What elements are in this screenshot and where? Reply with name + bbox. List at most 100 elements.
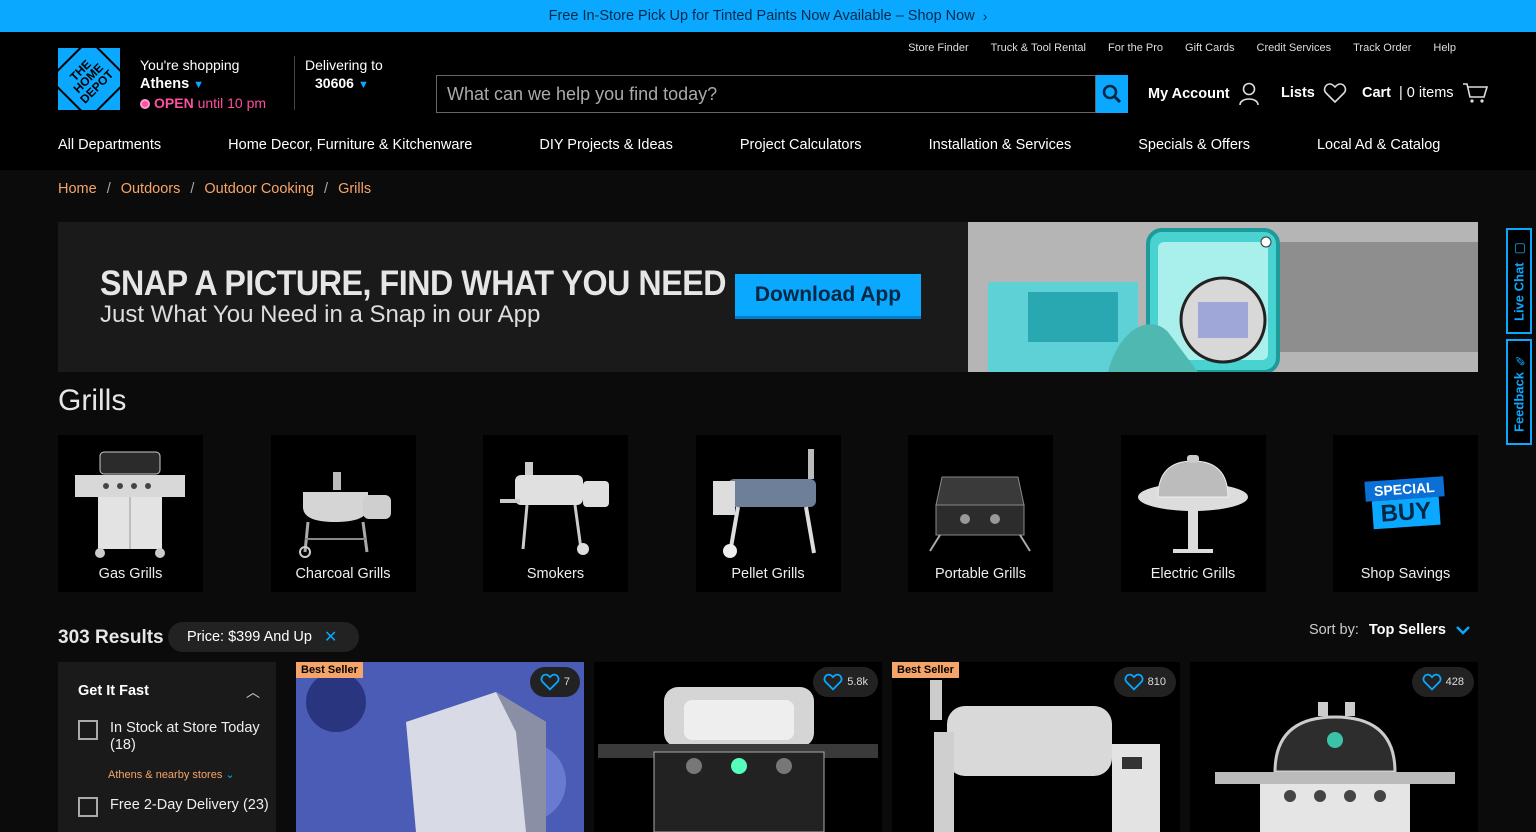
banner-headline: SNAP A PICTURE, FIND WHAT YOU NEED xyxy=(100,264,727,303)
favorite-count: 428 xyxy=(1445,676,1464,688)
category-label: Smokers xyxy=(526,566,585,582)
link-track-order[interactable]: Track Order xyxy=(1353,42,1411,54)
link-store-finder[interactable]: Store Finder xyxy=(908,42,969,54)
breadcrumb: Home / Outdoors / Outdoor Cooking / Grills xyxy=(58,181,372,197)
chevron-up-icon[interactable]: ︿ xyxy=(246,682,260,702)
chevron-down-icon: ▼ xyxy=(357,79,369,91)
smoker-icon xyxy=(500,461,609,555)
nav-local-ad-catalog[interactable]: Local Ad & Catalog xyxy=(1317,137,1440,153)
feedback-tab[interactable]: Feedback ✎ xyxy=(1506,339,1532,445)
chevron-down-icon xyxy=(1456,626,1470,635)
sort-value: Top Sellers xyxy=(1368,622,1446,638)
store-selector[interactable]: You're shopping Athens ▼ OPEN until 10 pm xyxy=(140,56,266,112)
heart-icon xyxy=(1422,673,1442,691)
pellet-grill-icon xyxy=(712,448,816,558)
search-input[interactable] xyxy=(436,75,1096,113)
favorite-button[interactable]: 428 xyxy=(1411,667,1474,697)
product-card[interactable]: Best Seller 810 xyxy=(892,662,1180,832)
my-account-button[interactable]: My Account xyxy=(1148,82,1260,106)
category-gas-grills[interactable]: Gas Grills xyxy=(58,435,203,592)
search-button[interactable] xyxy=(1096,75,1128,113)
breadcrumb-outdoor-cooking[interactable]: Outdoor Cooking xyxy=(204,181,314,197)
nav-installation-services[interactable]: Installation & Services xyxy=(929,137,1072,153)
category-electric-grills[interactable]: Electric Grills xyxy=(1120,435,1266,592)
special-buy-bottom: BUY xyxy=(1371,496,1440,529)
category-label: Pellet Grills xyxy=(731,566,805,582)
filter-panel: Get It Fast ︿ In Stock at Store Today (1… xyxy=(58,662,276,832)
checkbox-in-stock[interactable] xyxy=(78,720,98,740)
nav-diy-projects[interactable]: DIY Projects & Ideas xyxy=(539,137,673,153)
favorite-button[interactable]: 5.8k xyxy=(813,667,878,697)
cart-count: | 0 items xyxy=(1399,85,1454,101)
header-divider xyxy=(294,56,295,110)
favorite-button[interactable]: 7 xyxy=(529,667,580,697)
cart-label: Cart xyxy=(1362,85,1392,101)
sort-dropdown[interactable]: Sort by: Top Sellers xyxy=(1309,622,1470,638)
category-charcoal-grills[interactable]: Charcoal Grills xyxy=(270,435,416,592)
link-credit-services[interactable]: Credit Services xyxy=(1257,42,1332,54)
user-icon xyxy=(1238,82,1259,106)
link-for-the-pro[interactable]: For the Pro xyxy=(1108,42,1163,54)
in-stock-label: In Stock at Store Today xyxy=(110,720,260,736)
nav-home-decor[interactable]: Home Decor, Furniture & Kitchenware xyxy=(228,137,472,153)
product-card[interactable]: 5.8k xyxy=(594,662,882,832)
breadcrumb-grills[interactable]: Grills xyxy=(338,181,371,197)
cart-button[interactable]: Cart | 0 items xyxy=(1362,82,1488,104)
breadcrumb-home[interactable]: Home xyxy=(58,181,97,197)
nav-all-departments[interactable]: All Departments xyxy=(58,137,161,153)
home-depot-logo[interactable]: THE HOME DEPOT xyxy=(47,37,131,121)
sort-label: Sort by: xyxy=(1308,622,1359,638)
breadcrumb-outdoors[interactable]: Outdoors xyxy=(121,181,181,197)
site-header: THE HOME DEPOT You're shopping Athens ▼ O… xyxy=(0,32,1536,170)
nav-project-calculators[interactable]: Project Calculators xyxy=(740,137,862,153)
category-label: Gas Grills xyxy=(98,566,163,582)
nav-specials-offers[interactable]: Specials & Offers xyxy=(1138,137,1250,153)
charcoal-grill-icon xyxy=(298,471,391,558)
phone-camera-illustration xyxy=(968,222,1478,372)
favorite-button[interactable]: 810 xyxy=(1113,667,1176,697)
logo-text: THE HOME DEPOT xyxy=(47,37,131,121)
download-app-button[interactable]: Download App xyxy=(735,274,921,319)
promo-bar[interactable]: Free In-Store Pick Up for Tinted Paints … xyxy=(0,0,1536,32)
category-shop-savings[interactable]: SPECIAL BUY Shop Savings xyxy=(1333,435,1478,592)
close-icon[interactable]: ✕ xyxy=(324,627,337,647)
price-filter-chip[interactable]: Price: $399 And Up ✕ xyxy=(168,622,360,652)
link-gift-cards[interactable]: Gift Cards xyxy=(1185,42,1235,54)
category-smokers[interactable]: Smokers xyxy=(483,435,628,592)
delivery-zip-selector[interactable]: Delivering to 30606 ▼ xyxy=(305,56,383,94)
category-pellet-grills[interactable]: Pellet Grills xyxy=(695,435,841,592)
search-icon xyxy=(1102,84,1122,104)
category-label: Shop Savings xyxy=(1360,566,1451,582)
product-card[interactable]: 428 xyxy=(1190,662,1478,832)
category-label: Charcoal Grills xyxy=(295,566,391,582)
lists-button[interactable]: Lists xyxy=(1281,82,1347,104)
lists-label: Lists xyxy=(1281,85,1315,101)
checkbox-free-delivery[interactable] xyxy=(78,797,98,817)
app-promo-banner[interactable]: SNAP A PICTURE, FIND WHAT YOU NEED Just … xyxy=(58,222,1478,372)
store-hours: until 10 pm xyxy=(197,95,267,111)
store-name[interactable]: Athens xyxy=(140,76,189,92)
filter-heading[interactable]: Get It Fast xyxy=(78,683,149,699)
chevron-down-icon: ▼ xyxy=(193,79,205,91)
banner-phone-image xyxy=(968,222,1478,372)
results-count: 303 Results xyxy=(58,627,164,648)
live-chat-label: Live Chat xyxy=(1511,262,1527,321)
nearby-stores-link[interactable]: Athens & nearby stores ⌄ xyxy=(108,768,235,781)
feedback-icon: ✎ xyxy=(1511,351,1527,367)
category-portable-grills[interactable]: Portable Grills xyxy=(908,435,1053,592)
product-card[interactable]: Best Seller 7 xyxy=(296,662,584,832)
electric-grill-icon xyxy=(1137,454,1248,553)
heart-icon xyxy=(1124,673,1144,691)
live-chat-tab[interactable]: Live Chat ▢ xyxy=(1506,228,1532,334)
link-help[interactable]: Help xyxy=(1433,42,1456,54)
chevron-down-icon: ⌄ xyxy=(225,769,235,781)
category-label: Portable Grills xyxy=(934,566,1027,582)
portable-grill-icon xyxy=(929,476,1031,552)
main-nav: All Departments Home Decor, Furniture & … xyxy=(58,137,1440,153)
delivery-zip[interactable]: 30606 xyxy=(305,75,354,91)
link-truck-tool-rental[interactable]: Truck & Tool Rental xyxy=(991,42,1086,54)
chat-icon: ▢ xyxy=(1511,241,1527,257)
promo-text[interactable]: Free In-Store Pick Up for Tinted Paints … xyxy=(549,8,975,24)
free-delivery-label: Free 2-Day Delivery (23) xyxy=(110,797,269,813)
search-bar xyxy=(436,75,1128,113)
